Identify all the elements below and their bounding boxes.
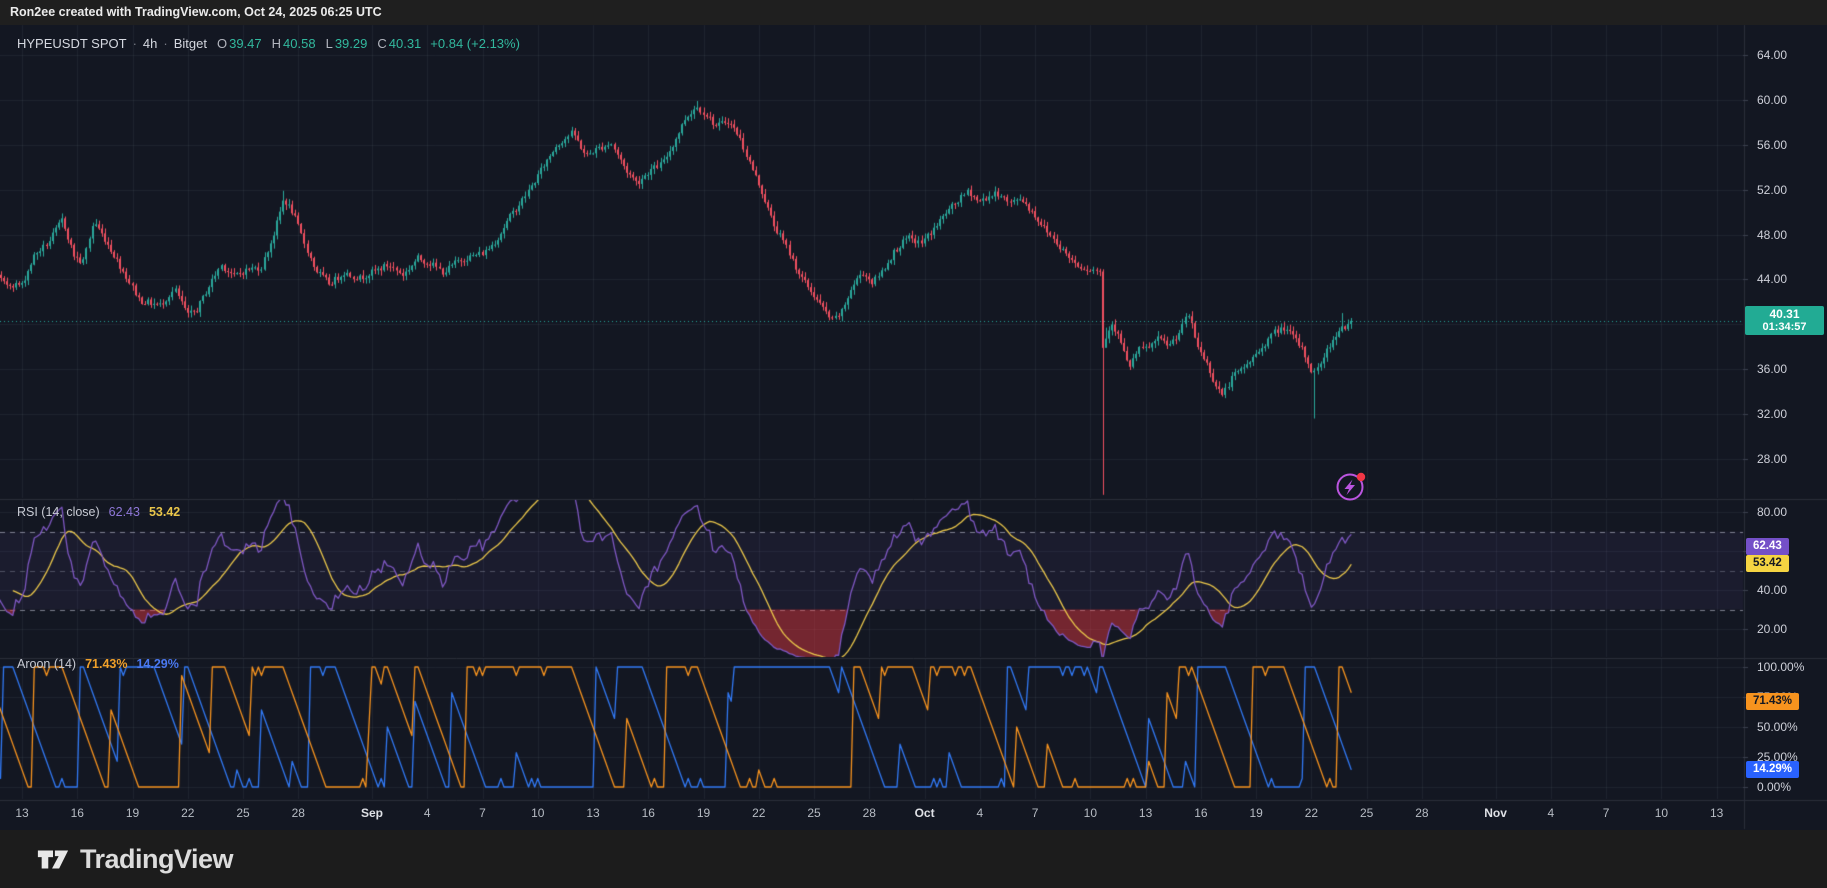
time-axis-label: 28	[292, 806, 305, 820]
time-axis-label: 10	[1655, 806, 1668, 820]
price-axis-label: 64.00	[1744, 47, 1827, 63]
price-axis-label: 56.00	[1744, 137, 1827, 153]
price-axis-label: 28.00	[1744, 451, 1827, 467]
time-axis-label: 13	[1710, 806, 1723, 820]
time-axis-label: 4	[976, 806, 983, 820]
aroon-title: Aroon (14)	[17, 657, 76, 671]
high-label: H	[272, 36, 281, 51]
rsi-value: 62.43	[109, 505, 140, 519]
close-value: 40.31	[389, 36, 422, 51]
legend-separator: ·	[163, 36, 167, 51]
time-axis-label: 19	[1249, 806, 1262, 820]
time-axis-label: 13	[15, 806, 28, 820]
symbol-interval: 4h	[143, 36, 157, 51]
low-value: 39.29	[335, 36, 368, 51]
price-axis-label: 60.00	[1744, 92, 1827, 108]
time-axis-label: 25	[1360, 806, 1373, 820]
time-axis-month-label: Oct	[915, 806, 935, 820]
time-axis-label: 4	[424, 806, 431, 820]
close-label: C	[377, 36, 386, 51]
high-value: 40.58	[283, 36, 316, 51]
rsi-axis-label: 80.00	[1744, 504, 1827, 520]
time-axis-label: 22	[181, 806, 194, 820]
lightning-event-icon[interactable]	[1331, 467, 1369, 510]
rsi-ma-value: 53.42	[149, 505, 180, 519]
aroon-axis-label: 100.00%	[1744, 659, 1827, 675]
aroon-axis-label: 0.00%	[1744, 779, 1827, 795]
time-axis-label: 10	[1084, 806, 1097, 820]
attribution-text: Ron2ee created with TradingView.com, Oct…	[10, 5, 382, 19]
time-axis-label: 16	[642, 806, 655, 820]
time-axis-label: 13	[586, 806, 599, 820]
tradingview-brand-text[interactable]: TradingView	[80, 844, 233, 875]
aroon-down-badge: 14.29%	[1746, 761, 1799, 778]
rsi-ma-value-badge: 53.42	[1746, 555, 1789, 572]
tradingview-logo-icon[interactable]	[36, 842, 70, 876]
time-axis-label: 28	[863, 806, 876, 820]
time-axis-label: 25	[807, 806, 820, 820]
tradingview-chart-window: Ron2ee created with TradingView.com, Oct…	[0, 0, 1827, 888]
change-value: +0.84 (+2.13%)	[430, 36, 520, 51]
time-axis-label: 7	[479, 806, 486, 820]
aroon-up-value: 71.43%	[85, 657, 127, 671]
time-axis-label: 25	[236, 806, 249, 820]
price-axis-label: 36.00	[1744, 361, 1827, 377]
aroon-axis-label: 50.00%	[1744, 719, 1827, 735]
time-axis-label: 28	[1415, 806, 1428, 820]
time-axis-label: 16	[1194, 806, 1207, 820]
aroon-down-value: 14.29%	[136, 657, 178, 671]
rsi-axis-label: 20.00	[1744, 621, 1827, 637]
symbol-name: HYPEUSDT SPOT	[17, 36, 127, 51]
rsi-value-badge: 62.43	[1746, 538, 1789, 555]
time-axis-month-label: Sep	[361, 806, 383, 820]
open-label: O	[217, 36, 227, 51]
footer-bar: TradingView	[0, 830, 1827, 888]
time-axis-label: 13	[1139, 806, 1152, 820]
symbol-legend[interactable]: HYPEUSDT SPOT · 4h · Bitget O 39.47 H 40…	[17, 36, 520, 51]
attribution-bar: Ron2ee created with TradingView.com, Oct…	[0, 0, 1827, 25]
time-axis-label: 7	[1603, 806, 1610, 820]
bar-countdown: 01:34:57	[1745, 321, 1824, 333]
chart-canvas[interactable]	[0, 0, 1827, 888]
aroon-legend[interactable]: Aroon (14) 71.43% 14.29%	[17, 657, 179, 671]
time-axis-label: 22	[1305, 806, 1318, 820]
low-label: L	[326, 36, 333, 51]
time-axis-label: 7	[1032, 806, 1039, 820]
price-axis-label: 48.00	[1744, 227, 1827, 243]
time-axis-month-label: Nov	[1484, 806, 1507, 820]
time-axis-label: 22	[752, 806, 765, 820]
open-value: 39.47	[229, 36, 262, 51]
price-axis-label: 52.00	[1744, 182, 1827, 198]
price-axis-label: 32.00	[1744, 406, 1827, 422]
last-price-badge: 40.31 01:34:57	[1745, 306, 1824, 335]
time-axis-label: 4	[1548, 806, 1555, 820]
rsi-legend[interactable]: RSI (14, close) 62.43 53.42	[17, 505, 180, 519]
rsi-axis-label: 40.00	[1744, 582, 1827, 598]
last-price-value: 40.31	[1745, 308, 1824, 321]
time-axis-label: 16	[71, 806, 84, 820]
price-axis-label: 44.00	[1744, 271, 1827, 287]
time-axis-label: 19	[126, 806, 139, 820]
time-axis-label: 10	[531, 806, 544, 820]
symbol-exchange: Bitget	[174, 36, 207, 51]
time-axis-label: 19	[697, 806, 710, 820]
aroon-up-badge: 71.43%	[1746, 693, 1799, 710]
rsi-title: RSI (14, close)	[17, 505, 100, 519]
legend-separator: ·	[133, 36, 137, 51]
